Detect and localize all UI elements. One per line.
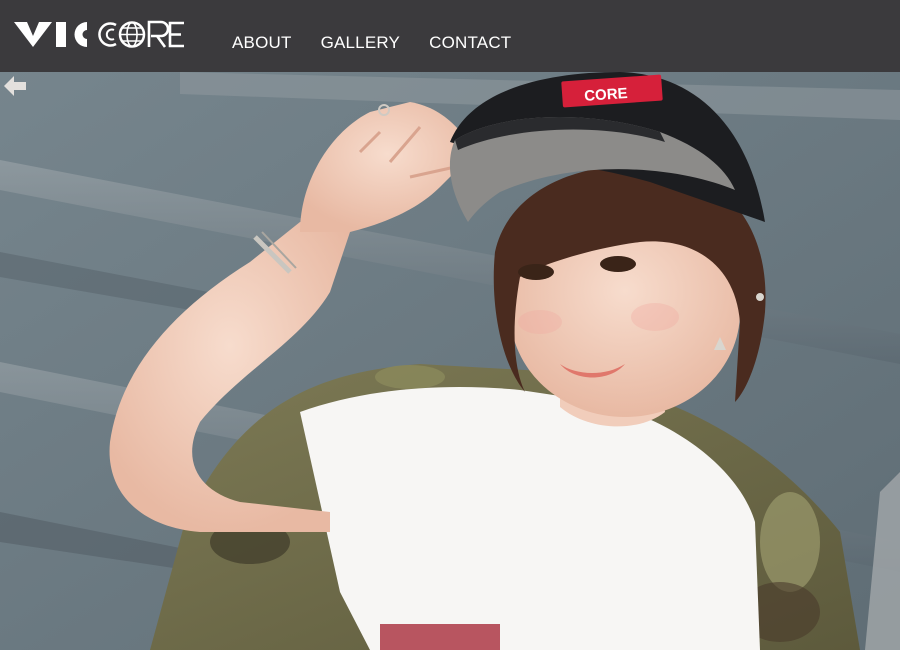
nav-link-about[interactable]: ABOUT xyxy=(232,33,292,53)
hero-slideshow: CORE xyxy=(0,72,900,650)
top-navigation-bar: ABOUT GALLERY CONTACT xyxy=(0,0,900,72)
arrow-left-icon[interactable] xyxy=(0,72,30,102)
nav-link-contact[interactable]: CONTACT xyxy=(429,33,511,53)
page: ABOUT GALLERY CONTACT CORE xyxy=(0,0,900,650)
cap-badge-text: CORE xyxy=(584,85,628,105)
nav-link-gallery[interactable]: GALLERY xyxy=(321,33,401,53)
hero-photo: CORE xyxy=(0,72,900,650)
brand-logo[interactable] xyxy=(13,16,203,50)
main-nav: ABOUT GALLERY CONTACT xyxy=(232,33,540,53)
